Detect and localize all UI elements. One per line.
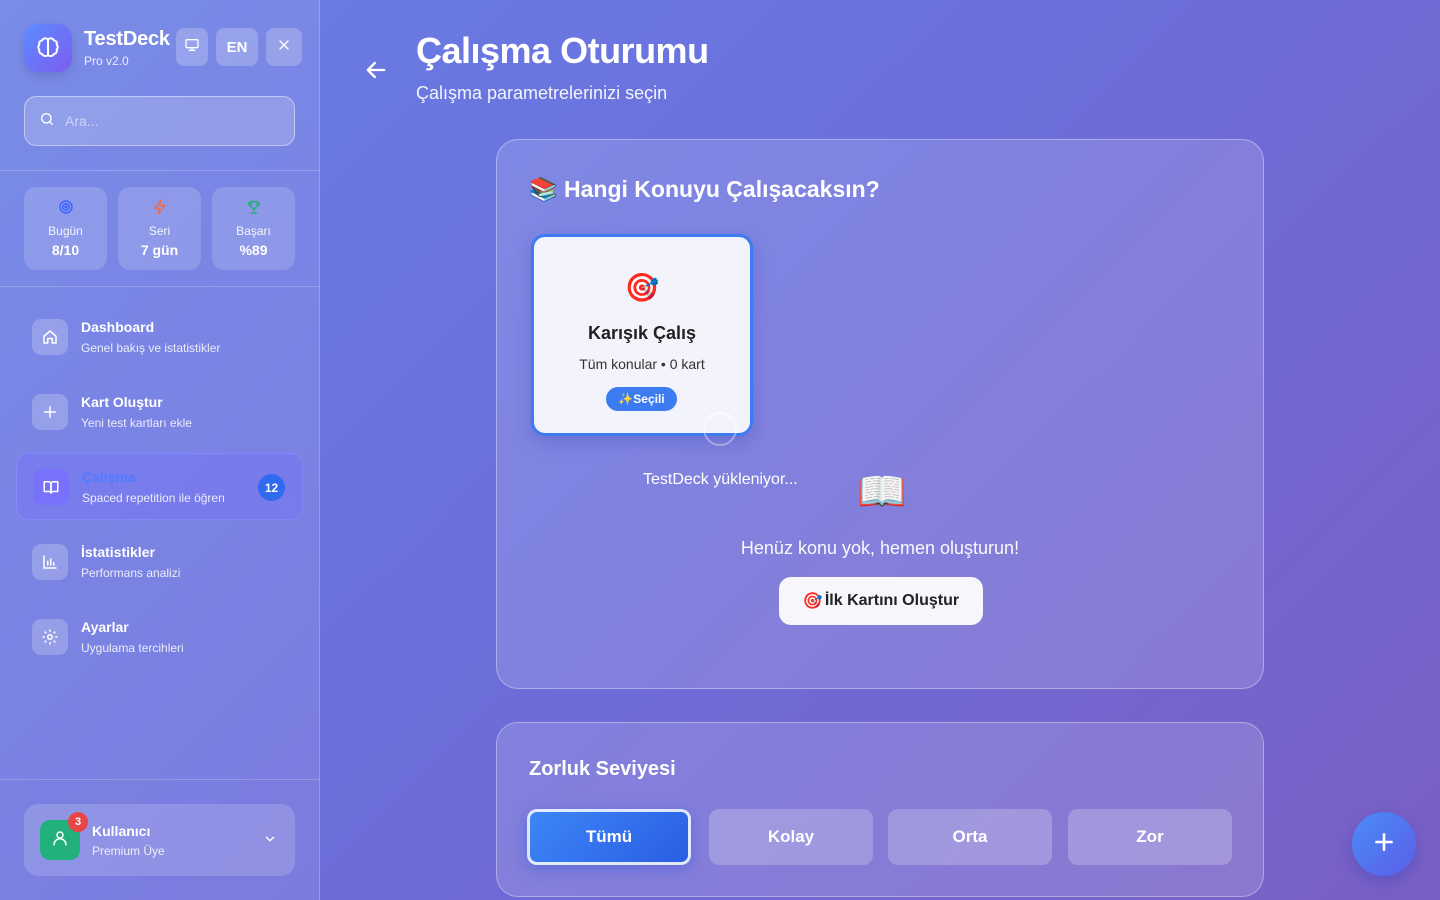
settings-icon <box>32 618 68 655</box>
trophy-icon <box>246 199 262 220</box>
stat-label: Seri <box>148 224 171 238</box>
difficulty-easy-button[interactable]: Kolay <box>709 809 873 865</box>
topic-panel: 📚 Hangi Konuyu Çalışacaksın? 🎯 Karışık Ç… <box>496 139 1264 689</box>
stat-value: 7 gün <box>140 242 179 258</box>
difficulty-medium-button[interactable]: Orta <box>888 809 1052 865</box>
difficulty-all-button[interactable]: Tümü <box>527 809 691 865</box>
topic-panel-title-text: Hangi Konuyu Çalışacaksın? <box>564 176 880 202</box>
user-role: Premium Üye <box>92 843 165 858</box>
search-input[interactable] <box>65 113 275 129</box>
empty-state-message: Henüz konu yok, hemen oluşturun! <box>740 538 1020 558</box>
nav-desc: Yeni test kartları ekle <box>81 415 192 430</box>
page-title: Çalışma Oturumu <box>416 30 709 71</box>
nav-desc: Spaced repetition ile öğren <box>82 490 225 505</box>
nav-desc: Uygulama tercihleri <box>81 640 184 655</box>
difficulty-title: Zorluk Seviyesi <box>529 758 676 780</box>
sidebar-item-dashboard[interactable]: Dashboard Genel bakış ve istatistikler <box>16 303 303 370</box>
loading-spinner <box>703 412 737 446</box>
plus-icon <box>1371 829 1397 860</box>
back-button[interactable] <box>362 56 390 89</box>
monitor-button[interactable] <box>176 28 208 66</box>
divider <box>0 170 320 171</box>
arrow-left-icon <box>362 61 390 88</box>
user-icon <box>51 829 69 852</box>
topic-card-title: Karışık Çalış <box>587 323 697 343</box>
open-book-emoji: 📖 <box>857 470 907 514</box>
divider <box>0 779 320 780</box>
selected-chip: ✨Seçili <box>606 387 677 411</box>
books-emoji: 📚 <box>529 176 558 202</box>
brand-version: Pro v2.0 <box>84 54 129 68</box>
create-first-card-label: İlk Kartını Oluştur <box>824 592 960 609</box>
nav-desc: Genel bakış ve istatistikler <box>81 340 221 355</box>
sidebar: TestDeck Pro v2.0 EN Bugün 8/10 Seri 7 g… <box>0 0 320 900</box>
target-icon <box>58 199 74 220</box>
stat-value: 8/10 <box>51 242 80 258</box>
avatar: 3 <box>40 812 88 860</box>
stat-success: Başarı %89 <box>212 187 295 270</box>
nav-title: Ayarlar <box>81 618 129 635</box>
zap-icon <box>152 199 168 220</box>
add-fab-button[interactable] <box>1352 812 1416 876</box>
close-icon <box>276 37 292 57</box>
topic-card-mixed[interactable]: 🎯 Karışık Çalış Tüm konular • 0 kart ✨Se… <box>531 234 753 436</box>
target-emoji: 🎯 <box>624 272 660 303</box>
brand-title: TestDeck <box>84 28 170 50</box>
sidebar-item-study[interactable]: Çalışma Spaced repetition ile öğren 12 <box>16 453 303 520</box>
sidebar-item-create-card[interactable]: Kart Oluştur Yeni test kartları ekle <box>16 378 303 445</box>
stat-label: Başarı <box>236 224 271 238</box>
difficulty-hard-button[interactable]: Zor <box>1068 809 1232 865</box>
home-icon <box>32 318 68 355</box>
page-subtitle: Çalışma parametrelerinizi seçin <box>416 83 668 103</box>
language-button[interactable]: EN <box>216 28 258 66</box>
bar-chart-icon <box>32 543 68 580</box>
brand: TestDeck Pro v2.0 <box>24 24 170 72</box>
topic-panel-title: 📚 Hangi Konuyu Çalışacaksın? <box>529 176 880 203</box>
stat-value: %89 <box>239 242 268 258</box>
nav-title: Çalışma <box>82 468 136 485</box>
user-name: Kullanıcı <box>92 822 151 839</box>
search-icon <box>39 111 55 132</box>
nav-desc: Performans analizi <box>81 565 181 580</box>
notification-badge: 3 <box>68 812 88 832</box>
brain-icon[interactable] <box>24 24 72 72</box>
target-emoji: 🎯 <box>802 593 823 610</box>
loading-text: TestDeck yükleniyor... <box>643 471 798 488</box>
stat-streak: Seri 7 gün <box>118 187 201 270</box>
stat-today: Bugün 8/10 <box>24 187 107 270</box>
stat-label: Bugün <box>48 224 83 238</box>
plus-icon <box>32 393 68 430</box>
sidebar-item-statistics[interactable]: İstatistikler Performans analizi <box>16 528 303 595</box>
monitor-icon <box>184 37 200 57</box>
count-badge: 12 <box>258 474 285 501</box>
chevron-down-icon[interactable] <box>263 832 277 851</box>
user-menu[interactable]: 3 Kullanıcı Premium Üye <box>24 804 295 876</box>
sidebar-item-settings[interactable]: Ayarlar Uygulama tercihleri <box>16 603 303 670</box>
topic-card-subtitle: Tüm konular • 0 kart <box>579 356 705 372</box>
nav-title: İstatistikler <box>81 543 155 560</box>
close-button[interactable] <box>266 28 302 66</box>
nav-title: Kart Oluştur <box>81 393 163 410</box>
divider <box>0 286 320 287</box>
search-box[interactable] <box>24 96 295 146</box>
book-icon <box>33 468 69 505</box>
difficulty-panel: Zorluk Seviyesi Tümü Kolay Orta Zor <box>496 722 1264 897</box>
nav-title: Dashboard <box>81 318 155 335</box>
create-first-card-button[interactable]: 🎯 İlk Kartını Oluştur <box>779 577 983 625</box>
